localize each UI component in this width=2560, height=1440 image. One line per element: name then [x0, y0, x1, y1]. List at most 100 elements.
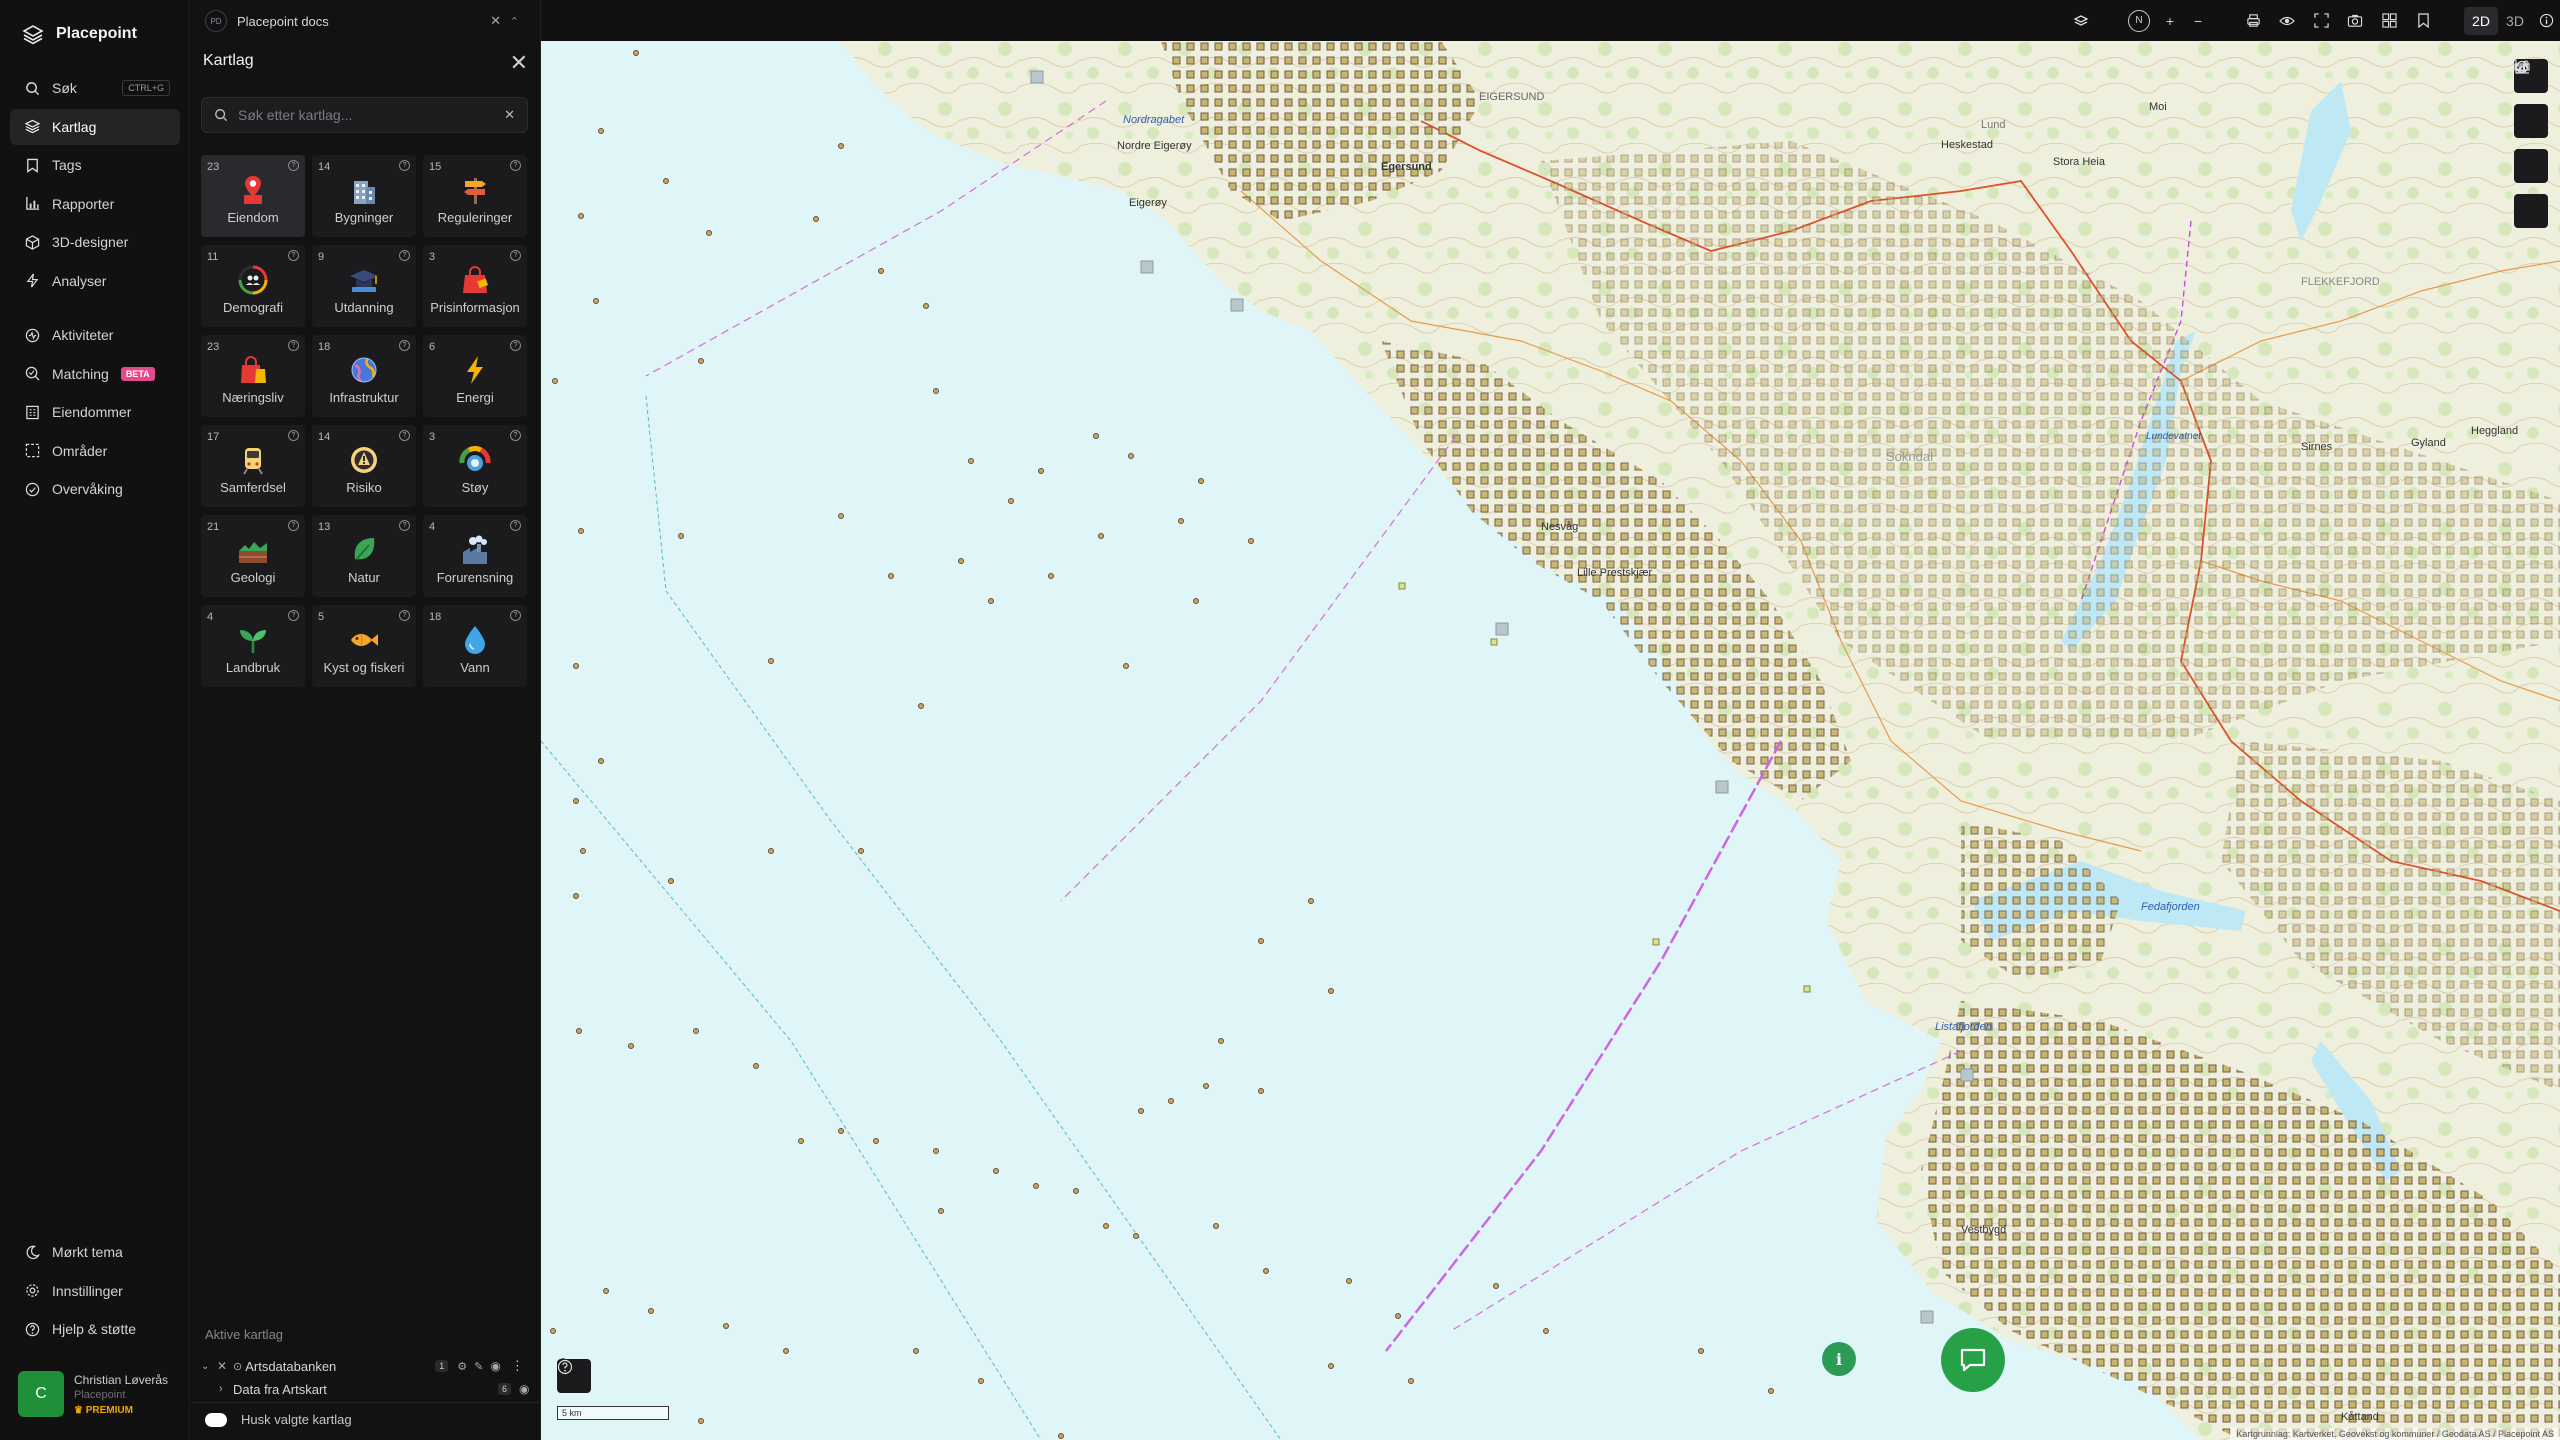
map-svg[interactable] — [541, 41, 2560, 1440]
remember-toggle[interactable] — [205, 1412, 227, 1427]
monitor-icon — [24, 481, 40, 497]
clear-icon[interactable]: ✕ — [504, 107, 515, 123]
brand[interactable]: Placepoint — [22, 20, 137, 48]
map-tool-route-icon[interactable] — [2514, 60, 2548, 228]
map-tool-measure-icon[interactable] — [2514, 63, 2548, 138]
layer-count: 6 — [429, 341, 436, 353]
nav-item-kartlag[interactable]: Kartlag — [10, 108, 180, 145]
layer-tile-landbruk[interactable]: 4 ? Landbruk — [201, 605, 305, 687]
info-icon[interactable] — [2532, 4, 2560, 38]
info-icon[interactable]: ? — [288, 250, 299, 261]
place-label: Lille Prestskjær — [1577, 567, 1653, 579]
info-icon[interactable]: ? — [399, 250, 410, 261]
nav-item-3d-designer[interactable]: 3D-designer — [10, 224, 180, 260]
info-icon[interactable]: ? — [399, 160, 410, 171]
bookmark-icon[interactable] — [2406, 4, 2440, 38]
chevron-right-icon[interactable]: › — [219, 1383, 231, 1395]
document-tab[interactable]: PD Placepoint docs ✕ ⌃ — [205, 8, 525, 34]
more-icon[interactable]: ⋮ — [511, 1358, 524, 1374]
remove-layer-icon[interactable]: ✕ — [217, 1359, 231, 1373]
active-layer-sublayer[interactable]: › Data fra Artskart 6 ◉ — [195, 1378, 535, 1400]
eye-icon[interactable]: ◉ — [490, 1359, 500, 1373]
nav-item-omrader[interactable]: Områder — [10, 433, 180, 469]
layer-tile-vann[interactable]: 18 ? Vann — [423, 605, 527, 687]
layer-tile-bygninger[interactable]: 14 ? Bygninger — [312, 155, 416, 237]
chevron-down-icon[interactable]: ⌄ — [201, 1361, 213, 1372]
nav-item-dark-theme[interactable]: Mørkt tema — [10, 1234, 180, 1270]
layer-search-input[interactable] — [238, 107, 478, 123]
layer-tile-prisinformasjon[interactable]: 3 ? Prisinformasjon — [423, 245, 527, 327]
nav-label: Hjelp & støtte — [52, 1321, 137, 1337]
edit-icon[interactable]: ✎ — [474, 1360, 483, 1373]
info-icon[interactable]: ? — [510, 340, 521, 351]
layer-tile-geologi[interactable]: 21 ? Geologi — [201, 515, 305, 597]
info-icon[interactable]: ? — [288, 160, 299, 171]
info-icon[interactable]: ? — [399, 610, 410, 621]
layer-label: Demografi — [223, 300, 283, 315]
info-icon[interactable]: ? — [288, 340, 299, 351]
mode-2d-button[interactable]: 2D — [2464, 6, 2498, 35]
nav-item-overvaking[interactable]: Overvåking — [10, 471, 180, 507]
info-icon[interactable]: ? — [399, 430, 410, 441]
info-icon[interactable]: ? — [288, 520, 299, 531]
layer-tile-risiko[interactable]: 14 ? Risiko — [312, 425, 416, 507]
nav-item-rapporter[interactable]: Rapporter — [10, 186, 180, 222]
close-panel-icon[interactable]: ✕ — [510, 50, 528, 76]
close-icon[interactable]: ✕ — [490, 13, 501, 29]
zoom-out-icon[interactable]: − — [2184, 4, 2212, 38]
remember-layers[interactable]: Husk valgte kartlag — [205, 1412, 352, 1427]
layer-tile-demografi[interactable]: 11 ? Demografi — [201, 245, 305, 327]
info-icon[interactable]: ? — [288, 430, 299, 441]
map-tool-chart-icon[interactable] — [2514, 60, 2548, 183]
mode-3d-button[interactable]: 3D — [2498, 7, 2532, 35]
nav-item-settings[interactable]: Innstillinger — [10, 1273, 180, 1309]
layer-tile-samferdsel[interactable]: 17 ? Samferdsel — [201, 425, 305, 507]
layer-tile-forurensning[interactable]: 4 ? Forurensning — [423, 515, 527, 597]
layer-tile-eiendom[interactable]: 23 ? Eiendom — [201, 155, 305, 237]
layer-tile-reguleringer[interactable]: 15 ? Reguleringer — [423, 155, 527, 237]
info-icon[interactable]: ? — [510, 430, 521, 441]
user-profile[interactable]: C Christian Løverås Placepoint ♛ PREMIUM — [18, 1371, 183, 1421]
layer-label: Støy — [461, 480, 489, 495]
print-icon[interactable] — [2236, 4, 2270, 38]
nav-item-analyser[interactable]: Analyser — [10, 263, 180, 299]
layer-tile-infrastruktur[interactable]: 18 ? Infrastruktur — [312, 335, 416, 417]
nav-item-help[interactable]: Hjelp & støtte — [10, 1311, 180, 1347]
info-icon[interactable]: ? — [288, 610, 299, 621]
settings-icon[interactable]: ⚙ — [457, 1360, 467, 1373]
layer-tile-kyst-og-fiskeri[interactable]: 5 ? Kyst og fiskeri — [312, 605, 416, 687]
layer-tile-naeringsliv[interactable]: 23 ? Næringsliv — [201, 335, 305, 417]
nav-label: Eiendommer — [52, 404, 132, 420]
info-icon[interactable]: ? — [399, 520, 410, 531]
info-icon[interactable]: ? — [399, 340, 410, 351]
map-canvas[interactable]: Nordragabet Nordre Eigerøy Eigerøy Egers… — [541, 41, 2560, 1440]
compass-button[interactable]: N — [2122, 4, 2156, 38]
zoom-in-icon[interactable]: + — [2156, 4, 2184, 38]
nav-item-eiendommer[interactable]: Eiendommer — [10, 394, 180, 430]
layer-tile-stoy[interactable]: 3 ? Støy — [423, 425, 527, 507]
chat-icon — [1960, 1348, 1986, 1372]
grid-icon[interactable] — [2372, 4, 2406, 38]
map-help-button[interactable] — [557, 1359, 591, 1393]
nav-item-sok[interactable]: Søk CTRL+G — [10, 70, 180, 106]
info-icon[interactable]: ? — [510, 520, 521, 531]
active-layer-group[interactable]: ⌄ ✕ ⊙ Artsdatabanken 1 ⚙ ✎ ◉ ⋮ — [195, 1355, 535, 1377]
nav-item-tags[interactable]: Tags — [10, 147, 180, 183]
info-fab[interactable]: i — [1822, 1342, 1856, 1376]
nav-item-aktiviteter[interactable]: Aktiviteter — [10, 317, 180, 353]
fullscreen-icon[interactable] — [2304, 4, 2338, 38]
layer-tile-natur[interactable]: 13 ? Natur — [312, 515, 416, 597]
layers-stack-icon[interactable] — [2064, 4, 2098, 38]
camera-icon[interactable] — [2338, 4, 2372, 38]
info-icon[interactable]: ? — [510, 610, 521, 621]
chat-fab[interactable] — [1941, 1328, 2005, 1392]
chevron-updown-icon[interactable]: ⌃ — [510, 15, 519, 28]
eye-icon[interactable] — [2270, 4, 2304, 38]
info-icon[interactable]: ? — [510, 160, 521, 171]
layer-tile-utdanning[interactable]: 9 ? Utdanning — [312, 245, 416, 327]
nav-item-matching[interactable]: Matching BETA — [10, 356, 180, 392]
eye-icon[interactable]: ◉ — [519, 1382, 529, 1396]
layer-tile-energi[interactable]: 6 ? Energi — [423, 335, 527, 417]
info-icon[interactable]: ? — [510, 250, 521, 261]
search-icon — [215, 109, 228, 122]
